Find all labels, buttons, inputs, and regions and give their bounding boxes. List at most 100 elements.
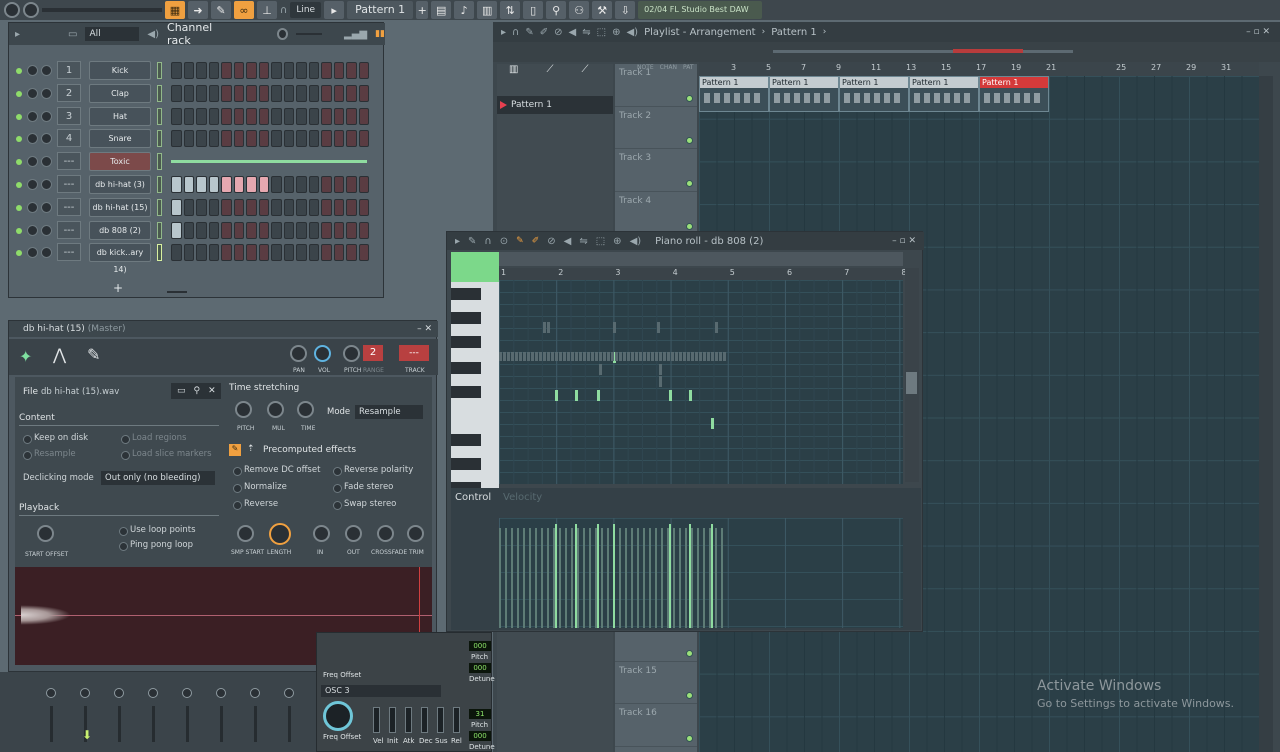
note[interactable]	[547, 322, 550, 333]
velocity-bar[interactable]	[597, 524, 599, 628]
step-button[interactable]	[258, 62, 269, 79]
folder-icon[interactable]: ▭	[68, 29, 77, 40]
velocity-lane[interactable]	[499, 518, 903, 628]
step-button[interactable]	[346, 84, 357, 102]
channel-mixer-track[interactable]: 4	[57, 129, 81, 148]
step-button[interactable]	[183, 62, 194, 79]
channel-name-button[interactable]: db hi-hat (3)	[89, 175, 151, 194]
channel-led[interactable]	[16, 227, 22, 234]
channel-pan-knob[interactable]	[27, 133, 38, 145]
ts-pitch-knob[interactable]	[235, 401, 252, 418]
track-led[interactable]	[686, 649, 693, 657]
menu-arrow-icon[interactable]: ▸	[455, 236, 460, 247]
menu-arrow-icon[interactable]: ▸	[501, 27, 506, 38]
volume-knob[interactable]	[314, 345, 331, 362]
velocity-bar[interactable]	[529, 528, 531, 628]
velocity-bar[interactable]	[711, 524, 713, 628]
step-button[interactable]	[333, 84, 344, 102]
channel-vol-knob[interactable]	[41, 179, 52, 190]
black-key[interactable]	[451, 386, 481, 398]
step-button[interactable]	[196, 244, 207, 262]
channel-pan-knob[interactable]	[27, 247, 38, 259]
velocity-bar[interactable]	[613, 524, 615, 628]
delete-icon[interactable]: ⊘	[547, 236, 555, 247]
step-button[interactable]	[183, 221, 194, 239]
step-button[interactable]	[296, 244, 307, 262]
step-button[interactable]	[283, 62, 294, 79]
channel-mixer-track[interactable]: 1	[57, 61, 81, 79]
channel-name-button[interactable]: db hi-hat (15)	[89, 197, 151, 217]
step-button[interactable]	[358, 62, 369, 79]
step-button[interactable]	[208, 221, 219, 239]
browser-icon[interactable]: ⚇	[569, 1, 590, 19]
dec-slider[interactable]	[421, 707, 428, 733]
step-button[interactable]	[271, 62, 282, 79]
playlist-view-icon[interactable]: ▦	[165, 1, 185, 19]
step-button[interactable]	[283, 84, 294, 102]
pattern-clip[interactable]: Pattern 1	[699, 76, 769, 112]
velocity-bar[interactable]	[703, 528, 705, 628]
velocity-bar[interactable]	[669, 524, 671, 628]
magnet-icon[interactable]: ∩	[484, 236, 491, 247]
velocity-bar[interactable]	[571, 528, 573, 628]
channel-name-button[interactable]: Hat	[89, 106, 151, 126]
step-button[interactable]	[196, 221, 207, 239]
brush-icon[interactable]: ✐	[540, 27, 548, 38]
snap-link-icon[interactable]: ∞	[234, 1, 254, 19]
use-loop-points-option[interactable]: Use loop points	[119, 525, 196, 536]
step-button[interactable]	[321, 244, 332, 262]
velocity-bar[interactable]	[589, 528, 591, 628]
mixer-fader[interactable]	[186, 706, 189, 742]
note-icon[interactable]: ▥	[509, 64, 518, 84]
pencil-icon[interactable]: ✎	[516, 236, 524, 246]
piano-roll-corner[interactable]	[451, 252, 499, 282]
channel-pan-knob[interactable]	[27, 179, 38, 190]
wrench-icon[interactable]: ✎	[468, 236, 476, 247]
note[interactable]	[657, 322, 660, 333]
velocity-bar[interactable]	[685, 528, 687, 628]
step-button[interactable]	[246, 198, 257, 216]
step-button[interactable]	[296, 130, 307, 148]
step-button[interactable]	[271, 244, 282, 262]
zoom-icon[interactable]: ⊕	[613, 236, 621, 247]
black-key[interactable]	[451, 434, 481, 446]
step-button[interactable]	[358, 107, 369, 125]
step-button[interactable]	[258, 84, 269, 102]
step-button[interactable]	[196, 176, 207, 193]
step-button[interactable]	[171, 176, 182, 193]
channel-vol-knob[interactable]	[41, 87, 52, 99]
step-button[interactable]	[271, 130, 282, 148]
step-button[interactable]	[221, 221, 232, 239]
channel-select[interactable]	[157, 176, 162, 193]
velocity-bar[interactable]	[679, 528, 681, 628]
step-button[interactable]	[296, 62, 307, 79]
step-icon[interactable]: ▮▮	[375, 29, 385, 39]
playlist-vertical-scrollbar[interactable]	[1259, 76, 1273, 752]
record-icon[interactable]: ⊙	[500, 236, 508, 247]
channel-name-button[interactable]: Snare	[89, 129, 151, 149]
velocity-bar[interactable]	[655, 528, 657, 628]
step-button[interactable]	[183, 107, 194, 125]
black-key[interactable]	[451, 288, 481, 300]
note[interactable]	[599, 364, 602, 375]
channel-mixer-track[interactable]: 3	[57, 106, 81, 125]
channel-vol-knob[interactable]	[41, 133, 52, 145]
step-button[interactable]	[308, 107, 319, 125]
step-button[interactable]	[208, 107, 219, 125]
step-button[interactable]	[196, 84, 207, 102]
select-icon[interactable]: ⬚	[597, 27, 606, 38]
reverse-polarity-option[interactable]: Reverse polarity	[333, 465, 413, 476]
swap-stereo-option[interactable]: Swap stereo	[333, 499, 396, 510]
smp-start-knob[interactable]	[237, 525, 254, 542]
channel-led[interactable]	[16, 113, 22, 120]
channel-mixer-track[interactable]: ---	[57, 220, 81, 239]
velocity-bar[interactable]	[661, 528, 663, 628]
velocity-bar[interactable]	[691, 528, 693, 628]
velocity-bar[interactable]	[697, 528, 699, 628]
track-led[interactable]	[686, 692, 693, 700]
channel-select[interactable]	[157, 107, 162, 125]
channel-select[interactable]	[157, 198, 162, 216]
mixer-knob[interactable]	[148, 688, 158, 698]
step-button[interactable]	[358, 176, 369, 193]
step-button[interactable]	[321, 221, 332, 239]
